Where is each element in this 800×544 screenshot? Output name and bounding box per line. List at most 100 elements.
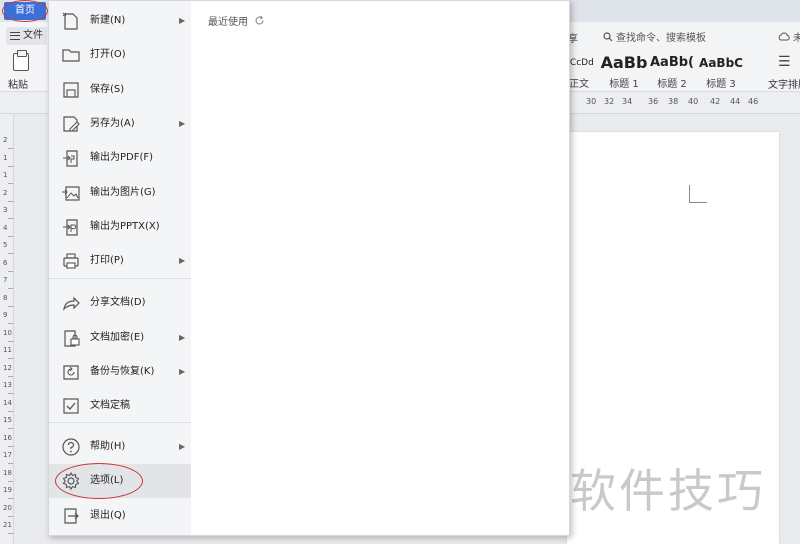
file-menu-item[interactable]: 新建(N) ▶ bbox=[49, 4, 191, 38]
file-menu-item[interactable]: 输出为PPTX(X) bbox=[49, 210, 191, 244]
file-menu-item-label: 保存(S) bbox=[90, 84, 125, 95]
file-menu-item-label: 文档定稿 bbox=[90, 400, 130, 411]
style-heading-1[interactable]: AaBb 标题 1 bbox=[600, 53, 648, 90]
ruler-tick bbox=[8, 305, 13, 307]
exit-icon bbox=[64, 508, 79, 524]
file-menu-item[interactable]: 帮助(H) ▶ bbox=[49, 430, 191, 464]
style-name: 标题 1 bbox=[609, 79, 639, 90]
style-sample: AaBbC bbox=[699, 56, 743, 70]
file-menu-item[interactable]: 保存(S) bbox=[49, 73, 191, 107]
text-layout-label[interactable]: 文字排版 bbox=[768, 76, 800, 91]
ruler-tick bbox=[8, 393, 13, 394]
paste-icon[interactable] bbox=[13, 50, 29, 71]
chevron-right-icon: ▶ bbox=[179, 442, 186, 451]
ruler-number: 16 bbox=[3, 433, 12, 442]
text-layout-icon[interactable]: ☰ bbox=[778, 54, 791, 70]
ruler-number: 40 bbox=[688, 97, 699, 106]
ruler-tick bbox=[8, 533, 13, 534]
print-icon bbox=[63, 253, 79, 269]
ruler-number: 36 bbox=[648, 97, 659, 106]
ruler-number: 20 bbox=[3, 503, 12, 512]
file-menu-item-label: 文档加密(E) bbox=[90, 332, 145, 343]
ruler-number: 9 bbox=[3, 311, 8, 319]
ruler-number: 2 bbox=[3, 136, 8, 144]
search-icon bbox=[603, 31, 613, 41]
ruler-number: 32 bbox=[604, 97, 615, 106]
ruler-tick bbox=[8, 480, 13, 482]
file-menu-item-label: 新建(N) bbox=[90, 15, 126, 26]
ruler-number: 5 bbox=[3, 241, 8, 249]
ruler-number: 13 bbox=[3, 381, 12, 389]
ruler-tick bbox=[8, 445, 13, 447]
ruler-tick bbox=[8, 463, 13, 464]
file-menu-item[interactable]: 退出(Q) bbox=[49, 499, 191, 533]
ruler-number: 19 bbox=[3, 486, 12, 494]
style-heading-3[interactable]: AaBbC 标题 3 bbox=[697, 53, 745, 90]
ruler-number: 21 bbox=[3, 521, 12, 529]
ruler-number: 4 bbox=[3, 223, 8, 232]
ruler-tick bbox=[8, 235, 13, 237]
file-menu-item-label: 输出为PPTX(X) bbox=[90, 221, 160, 232]
encrypt-icon bbox=[64, 330, 80, 347]
ruler-number: 10 bbox=[3, 328, 12, 337]
chevron-right-icon: ▶ bbox=[179, 333, 186, 342]
ruler-tick bbox=[8, 358, 13, 359]
ruler-tick bbox=[8, 288, 13, 289]
file-menu-panel: 新建(N) ▶ 打开(O) 保存(S) 另存为(A) ▶ 输出为PDF(F) 输出为图片(G)… bbox=[48, 0, 570, 536]
cloud-sync-status[interactable]: 未 bbox=[778, 29, 800, 44]
ruler-number: 46 bbox=[748, 97, 759, 106]
ruler-tick bbox=[8, 253, 13, 254]
ruler-number: 42 bbox=[710, 97, 721, 106]
refresh-icon[interactable] bbox=[254, 15, 265, 26]
ruler-number: 8 bbox=[3, 293, 8, 302]
file-menu-item[interactable]: 输出为图片(G) bbox=[49, 176, 191, 210]
file-menu-item[interactable]: 分享文档(D) bbox=[49, 286, 191, 320]
file-menu-item[interactable]: 输出为PDF(F) bbox=[49, 141, 191, 175]
export-pptx-icon bbox=[63, 219, 78, 236]
ruler-tick bbox=[8, 340, 13, 342]
paste-button-label[interactable]: 粘贴 bbox=[8, 76, 28, 91]
chevron-right-icon: ▶ bbox=[179, 256, 186, 265]
ruler-number: 2 bbox=[3, 188, 8, 197]
style-heading-2[interactable]: AaBb( 标题 2 bbox=[649, 53, 695, 90]
file-menu-item[interactable]: 文档加密(E) ▶ bbox=[49, 321, 191, 355]
recent-files-title: 最近使用 bbox=[208, 17, 248, 28]
ruler-tick bbox=[8, 410, 13, 412]
command-search[interactable]: 查找命令、搜索模板 bbox=[603, 29, 706, 44]
options-annotation-circle bbox=[55, 463, 143, 499]
recent-files-header: 最近使用 bbox=[208, 13, 265, 28]
ruler-number: 18 bbox=[3, 468, 12, 477]
ruler-tick bbox=[8, 218, 13, 219]
ruler-number: 30 bbox=[586, 97, 597, 106]
ruler-number: 14 bbox=[3, 398, 12, 407]
ruler-tick bbox=[8, 498, 13, 499]
ruler-number: 34 bbox=[622, 97, 633, 106]
file-menu-item[interactable]: 打开(O) bbox=[49, 38, 191, 72]
ruler-tick bbox=[8, 165, 13, 167]
ruler-tick bbox=[8, 200, 13, 202]
export-pdf-icon bbox=[63, 150, 78, 167]
ruler-tick bbox=[8, 515, 13, 517]
folder-icon bbox=[62, 49, 80, 62]
style-sample: AaBb bbox=[600, 53, 648, 72]
save-icon bbox=[63, 82, 79, 98]
file-menu-item[interactable]: 打印(P) ▶ bbox=[49, 244, 191, 278]
style-name: 标题 2 bbox=[657, 79, 687, 90]
file-menu-button[interactable]: 文件 bbox=[6, 27, 47, 45]
ruler-tick bbox=[8, 323, 13, 324]
file-menu-list: 新建(N) ▶ 打开(O) 保存(S) 另存为(A) ▶ 输出为PDF(F) 输出为图片(G)… bbox=[49, 1, 191, 535]
ruler-number: 11 bbox=[3, 346, 12, 354]
export-image-icon bbox=[62, 186, 80, 201]
ruler-number: 44 bbox=[730, 97, 741, 106]
ruler-number: 1 bbox=[3, 171, 8, 179]
file-menu-item[interactable]: 备份与恢复(K) ▶ bbox=[49, 355, 191, 389]
backup-icon bbox=[63, 365, 79, 380]
search-placeholder: 查找命令、搜索模板 bbox=[616, 33, 706, 44]
file-menu-item-label: 另存为(A) bbox=[90, 118, 135, 129]
file-menu-item-label: 打开(O) bbox=[90, 49, 126, 60]
watermark-text: 软件技巧 bbox=[570, 464, 766, 518]
style-sample: AaBb( bbox=[650, 55, 694, 70]
file-menu-item[interactable]: 另存为(A) ▶ bbox=[49, 107, 191, 141]
file-menu-item[interactable]: 文档定稿 bbox=[49, 389, 191, 423]
style-gallery: bCcDd 正文 AaBb 标题 1 AaBb( 标题 2 AaBbC 标题 3 bbox=[560, 53, 760, 90]
